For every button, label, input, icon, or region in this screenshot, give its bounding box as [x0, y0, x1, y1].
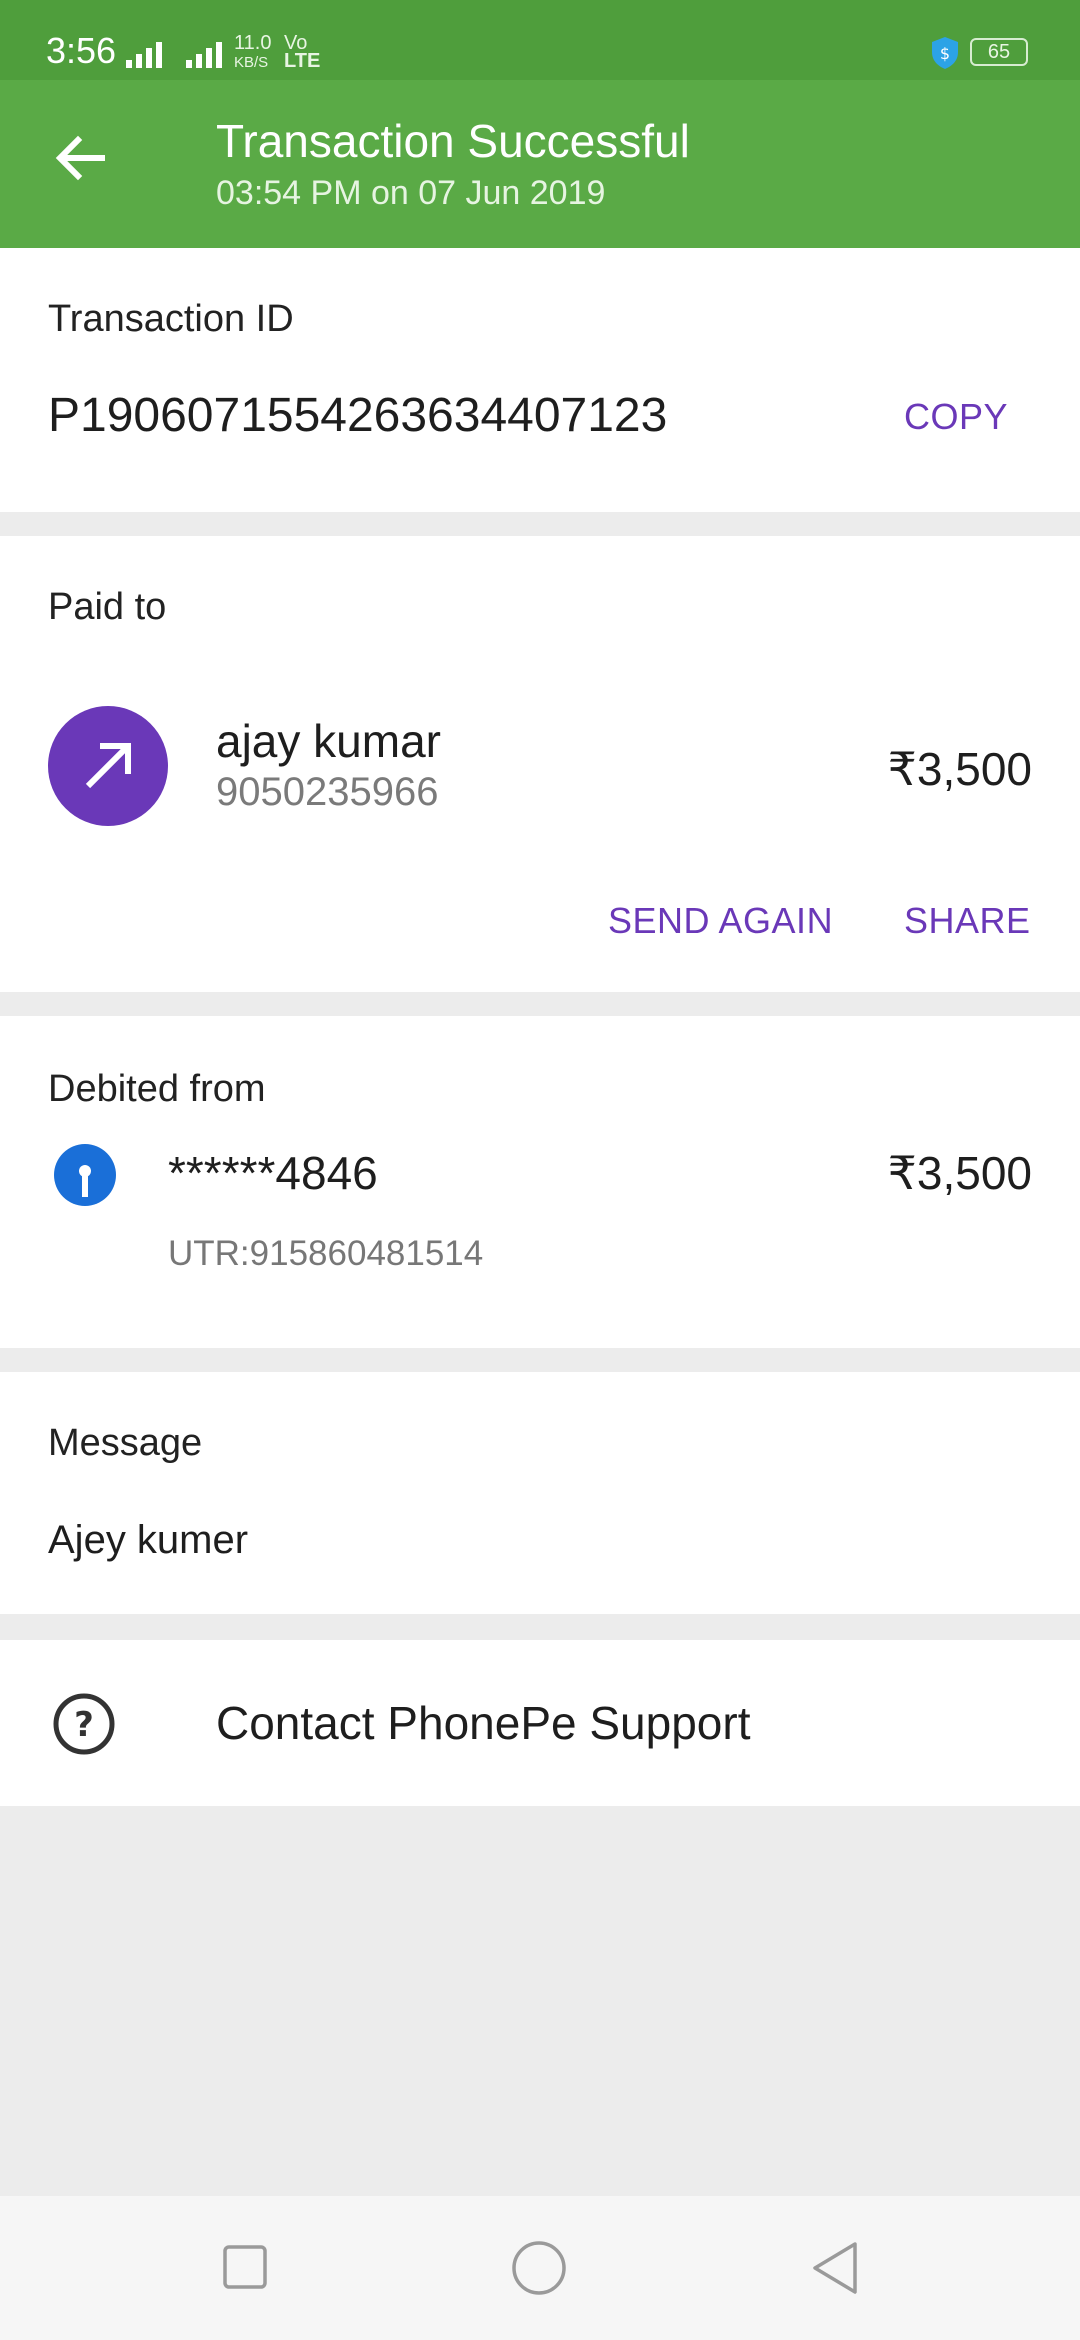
payee-avatar: [48, 706, 168, 826]
signal-icon-2: [186, 42, 222, 68]
app-bar: Transaction Successful 03:54 PM on 07 Ju…: [0, 80, 1080, 248]
payee-phone: 9050235966: [216, 770, 439, 814]
shield-icon: $: [932, 37, 958, 69]
debited-from-label: Debited from: [48, 1068, 266, 1110]
paid-to-card: Paid to ajay kumar 9050235966 ₹3,500 SEN…: [0, 536, 1080, 992]
utr-number: UTR:915860481514: [168, 1234, 484, 1273]
battery-level: 65: [987, 41, 1011, 63]
arrow-up-right-icon: [85, 743, 131, 789]
svg-text:$: $: [940, 44, 950, 63]
payee-name: ajay kumar: [216, 715, 441, 767]
page-title: Transaction Successful: [216, 115, 690, 167]
net-speed: 11.0 KB/S: [234, 32, 272, 72]
battery-indicator: 65: [970, 38, 1028, 66]
message-label: Message: [48, 1422, 203, 1464]
transaction-id-label: Transaction ID: [48, 298, 294, 340]
signal-icon: [126, 42, 162, 68]
message-card: Message Ajey kumer: [0, 1372, 1080, 1614]
paid-to-label: Paid to: [48, 586, 167, 628]
back-arrow-icon[interactable]: [52, 130, 108, 186]
paid-amount: ₹3,500: [887, 743, 1032, 795]
share-button[interactable]: SHARE: [904, 900, 1031, 942]
status-bar: 3:56 11.0 KB/S Vo LTE $ 65: [0, 0, 1080, 80]
debited-amount: ₹3,500: [887, 1147, 1032, 1199]
transaction-datetime: 03:54 PM on 07 Jun 2019: [216, 174, 606, 212]
transaction-id-value: P1906071554263634407123: [48, 389, 668, 442]
support-row[interactable]: ? Contact PhonePe Support: [0, 1640, 1080, 1806]
send-again-button[interactable]: SEND AGAIN: [608, 900, 833, 942]
transaction-id-card: Transaction ID P1906071554263634407123 C…: [0, 248, 1080, 512]
home-icon[interactable]: [511, 2240, 567, 2296]
recents-icon[interactable]: [222, 2244, 268, 2290]
contact-support-label: Contact PhonePe Support: [216, 1697, 751, 1749]
help-circle-icon: ?: [53, 1693, 115, 1755]
svg-text:?: ?: [74, 1705, 94, 1745]
bank-logo-icon: [54, 1144, 116, 1206]
debit-account-number: ******4846: [168, 1147, 378, 1199]
message-text: Ajey kumer: [48, 1518, 249, 1562]
copy-button[interactable]: COPY: [904, 396, 1008, 438]
net-speed-unit: KB/S: [234, 54, 269, 71]
status-time: 3:56: [46, 30, 117, 71]
debited-from-card: Debited from ******4846 ₹3,500 UTR:91586…: [0, 1016, 1080, 1348]
system-nav-bar: [0, 2196, 1080, 2340]
net-speed-value: 11.0: [234, 32, 272, 54]
volte-indicator: Vo LTE: [284, 33, 321, 72]
back-nav-icon[interactable]: [810, 2240, 860, 2296]
volte-bottom: LTE: [284, 50, 321, 72]
